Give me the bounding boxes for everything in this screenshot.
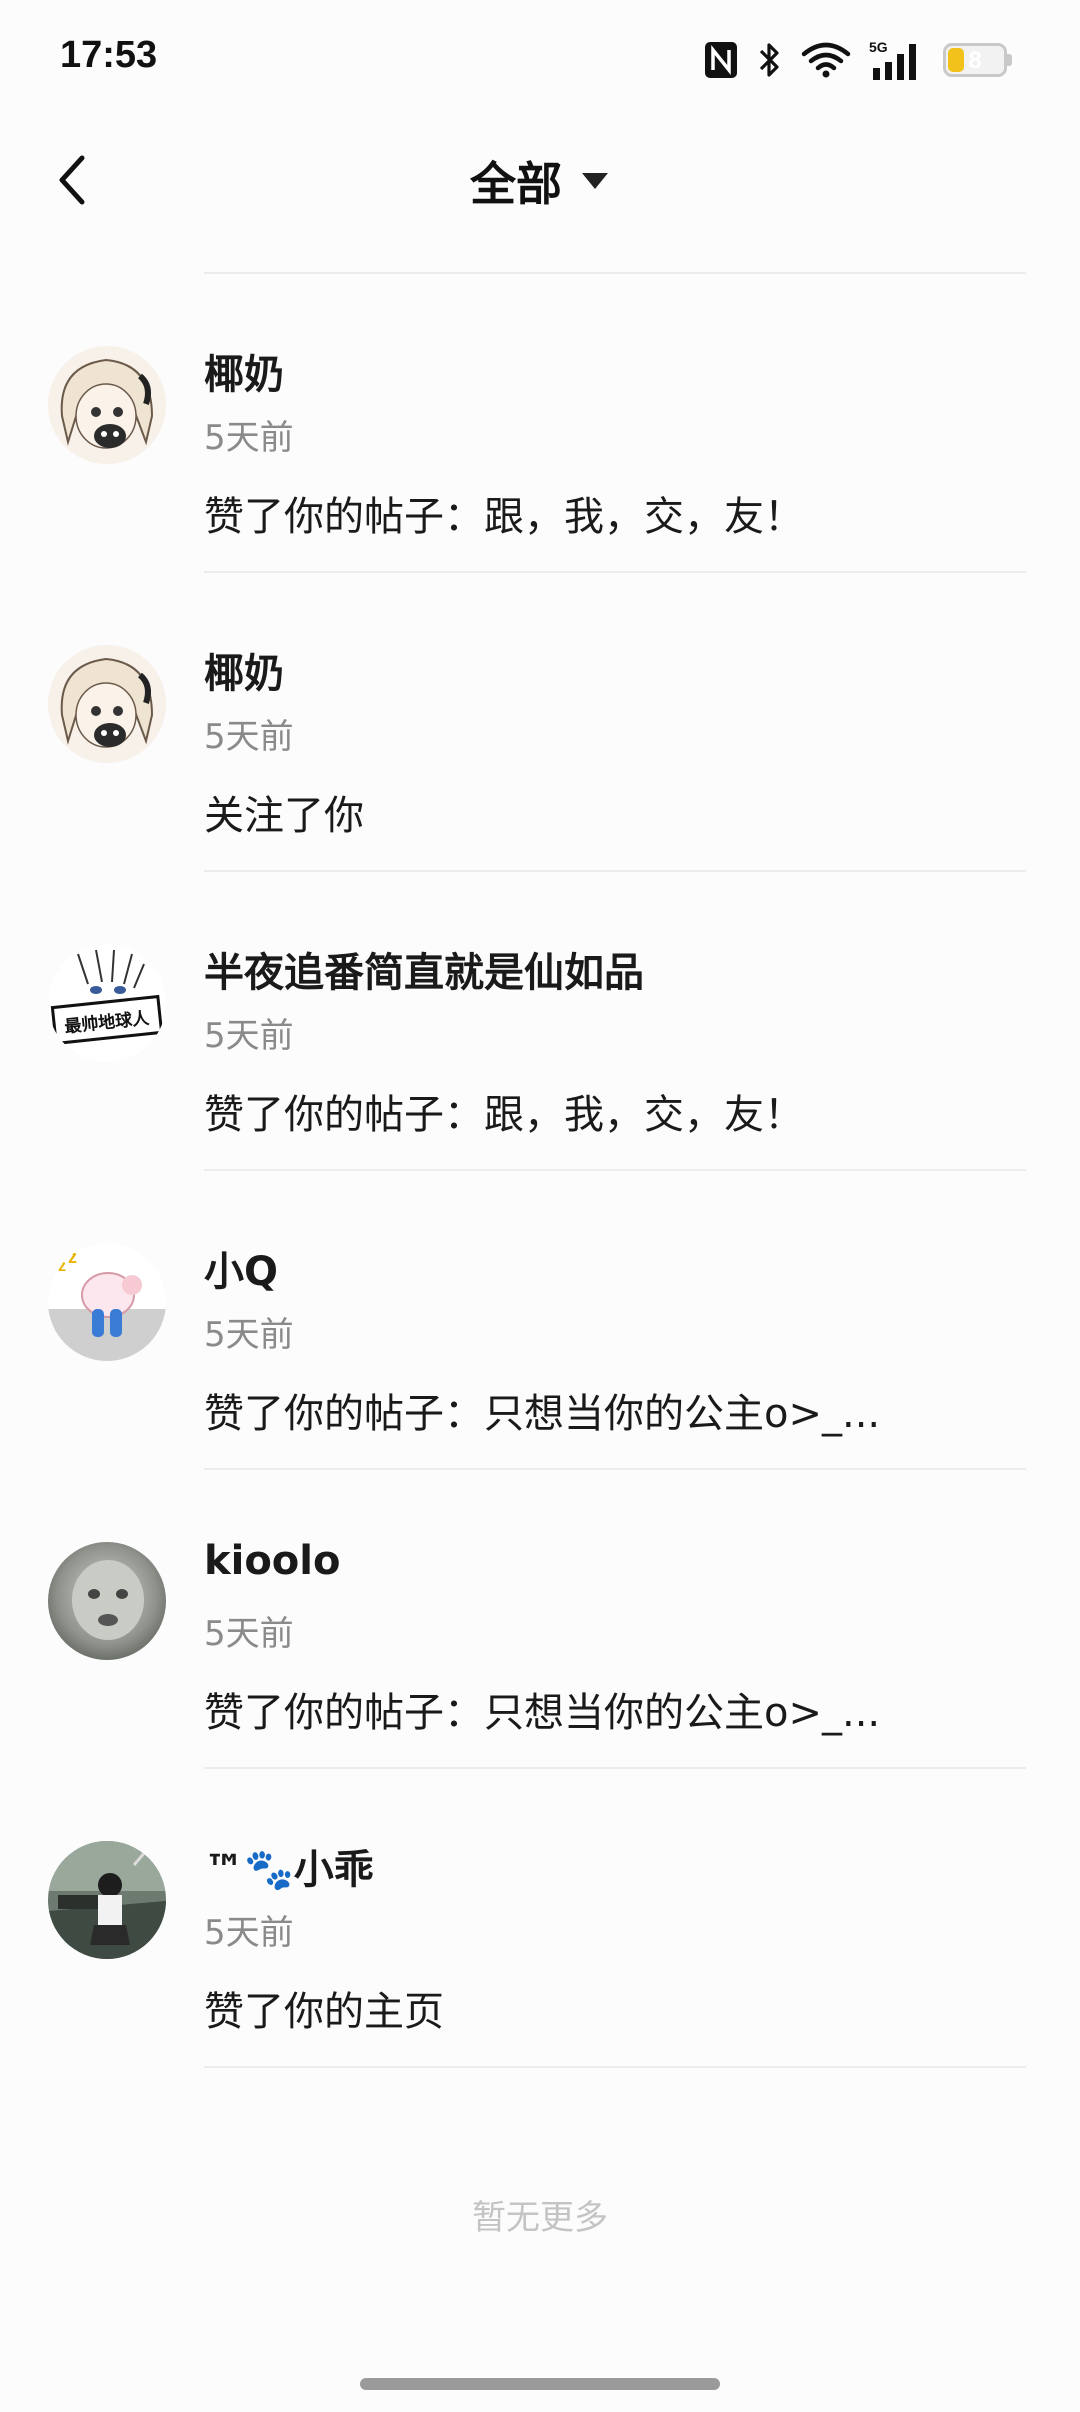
wifi-icon: [801, 42, 851, 78]
svg-text:z: z: [68, 1247, 77, 1267]
cellular-signal-icon: 5G: [869, 39, 916, 80]
notification-item[interactable]: 椰奶 5天前 关注了你: [0, 573, 1080, 872]
page-title: 全部: [470, 157, 562, 211]
network-type-label: 5G: [869, 39, 888, 55]
anime-girl-avatar-icon: [48, 645, 166, 763]
notification-message: 赞了你的主页: [204, 1989, 444, 2035]
bluetooth-icon: [759, 43, 779, 77]
notification-item[interactable]: 椰奶 5天前 赞了你的帖子：跟，我，交，友！: [0, 274, 1080, 573]
avatar[interactable]: [48, 1841, 166, 1959]
sketch-character-avatar-icon: 最帅地球人: [48, 944, 166, 1062]
notification-message: 赞了你的帖子：跟，我，交，友！: [204, 1092, 804, 1138]
user-name[interactable]: kioolo: [204, 1538, 340, 1584]
notification-message: 赞了你的帖子：只想当你的公主o>_...: [204, 1690, 881, 1736]
baby-face-avatar-icon: [48, 1542, 166, 1660]
user-name[interactable]: 小Q: [204, 1239, 278, 1297]
timestamp: 5天前: [204, 1016, 294, 1056]
timestamp: 5天前: [204, 1614, 294, 1654]
battery-icon: 8: [943, 43, 1012, 77]
timestamp: 5天前: [204, 1913, 294, 1953]
avatar[interactable]: [48, 645, 166, 763]
notification-message: 赞了你的帖子：跟，我，交，友！: [204, 494, 804, 540]
status-icons: 5G 8: [703, 36, 1012, 84]
timestamp: 5天前: [204, 418, 294, 458]
avatar[interactable]: 最帅地球人: [48, 944, 166, 1062]
notification-message: 关注了你: [204, 793, 364, 839]
avatar[interactable]: [48, 1542, 166, 1660]
status-bar: 17:53 5G 8: [0, 0, 1080, 120]
notification-item[interactable]: 最帅地球人 半夜追番简直就是仙如品 5天前 赞了你的帖子：跟，我，交，友！: [0, 872, 1080, 1171]
timestamp: 5天前: [204, 717, 294, 757]
avatar[interactable]: [48, 346, 166, 464]
no-more-label: 暂无更多: [472, 2198, 608, 2238]
user-name[interactable]: 椰奶: [204, 641, 284, 699]
filter-dropdown[interactable]: 全部: [0, 148, 1080, 214]
notification-item[interactable]: kioolo 5天前 赞了你的帖子：只想当你的公主o>_...: [0, 1470, 1080, 1769]
nav-bar: 全部: [0, 120, 1080, 270]
divider: [204, 2066, 1026, 2068]
notification-message: 赞了你的帖子：只想当你的公主o>_...: [204, 1391, 881, 1437]
user-name[interactable]: 椰奶: [204, 342, 284, 400]
status-time: 17:53: [60, 34, 158, 76]
notification-item[interactable]: z z 小Q 5天前 赞了你的帖子：只想当你的公主o>_...: [0, 1171, 1080, 1470]
anime-girl-avatar-icon: [48, 346, 166, 464]
user-name[interactable]: ™🐾小乖: [204, 1837, 374, 1895]
sleeping-character-avatar-icon: z z: [48, 1243, 166, 1361]
avatar[interactable]: z z: [48, 1243, 166, 1361]
triangle-down-icon: [582, 173, 608, 189]
svg-text:z: z: [58, 1258, 66, 1275]
notification-item[interactable]: ™🐾小乖 5天前 赞了你的主页: [0, 1769, 1080, 2068]
nfc-icon: [705, 42, 737, 78]
home-indicator[interactable]: [360, 2378, 720, 2390]
timestamp: 5天前: [204, 1315, 294, 1355]
user-name[interactable]: 半夜追番简直就是仙如品: [204, 940, 644, 998]
notification-list: 椰奶 5天前 赞了你的帖子：跟，我，交，友！ 椰奶 5天前 关注了你 最帅地球人…: [0, 274, 1080, 2068]
girl-photo-avatar-icon: [48, 1841, 166, 1959]
battery-level: 8: [968, 47, 982, 74]
